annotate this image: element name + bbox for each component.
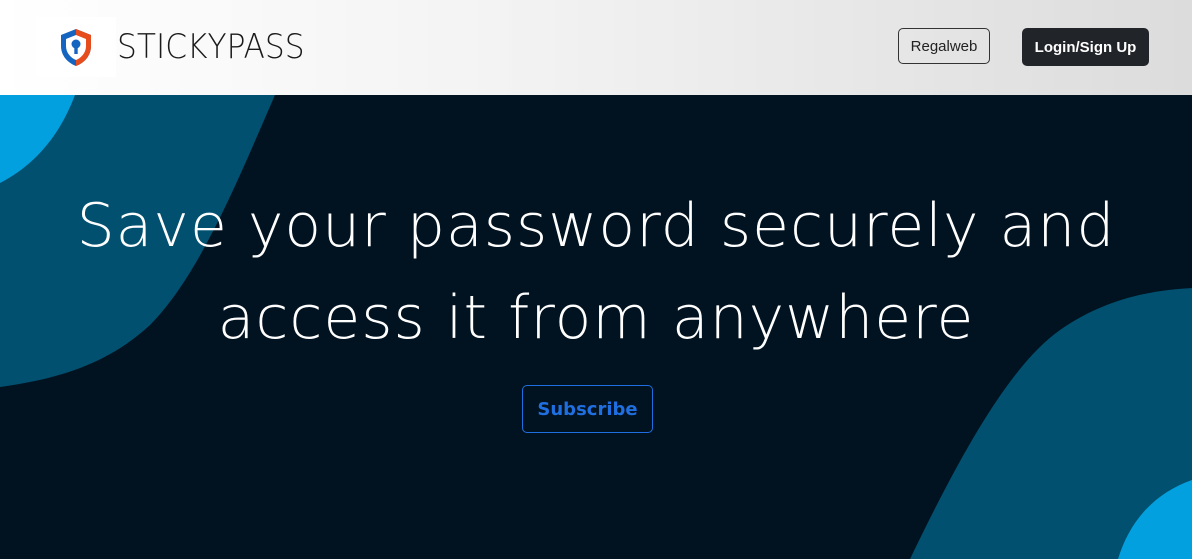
hero-headline: Save your password securely and access i… [0,180,1192,364]
subscribe-button[interactable]: Subscribe [522,385,653,433]
hero-section: Save your password securely and access i… [0,95,1192,559]
brand-name: STICKYPASS [117,27,305,67]
shield-keyhole-icon [61,29,91,66]
headline-line-1: Save your password securely and [76,191,1116,261]
headline-line-2: access it from anywhere [217,283,975,353]
login-signup-button[interactable]: Login/Sign Up [1022,28,1149,66]
navbar: STICKYPASS Regalweb Login/Sign Up [0,0,1192,95]
regalweb-button[interactable]: Regalweb [898,28,990,64]
logo[interactable] [36,17,116,77]
